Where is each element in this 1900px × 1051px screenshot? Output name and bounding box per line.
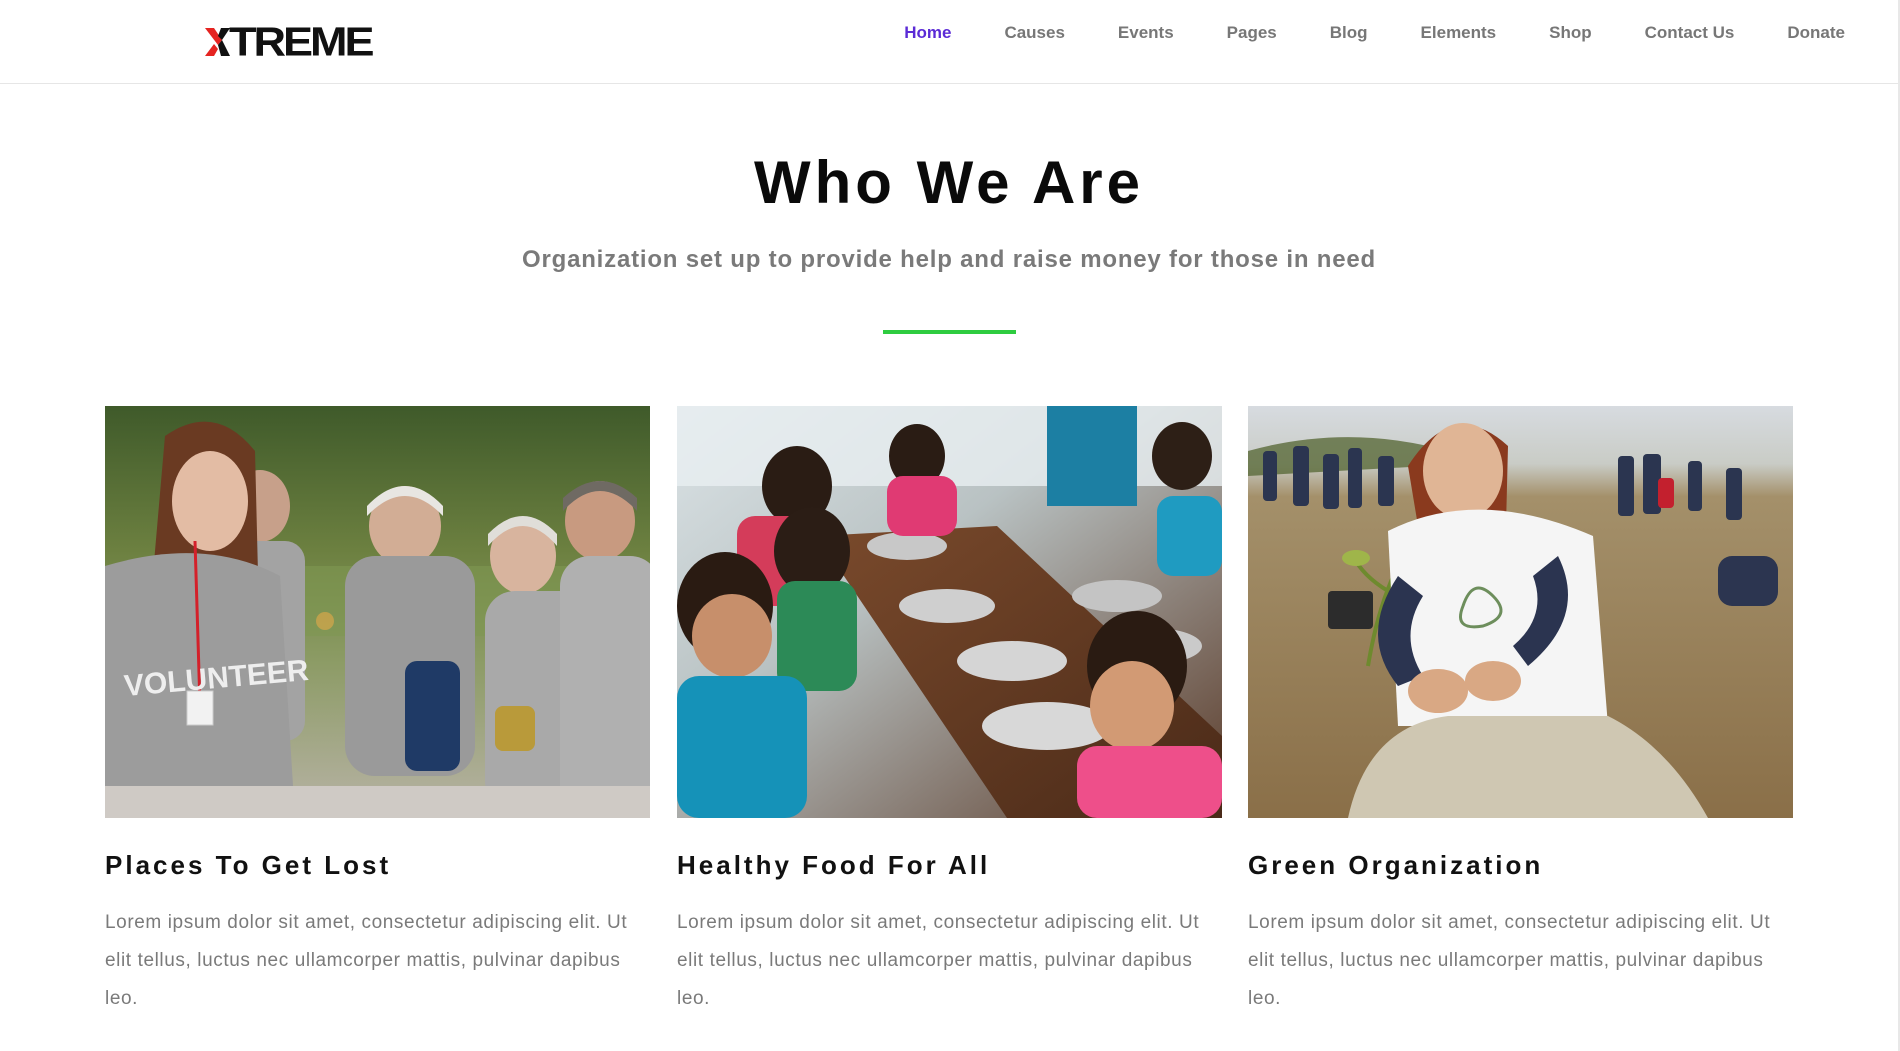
logo-wordmark: TREME <box>229 18 374 65</box>
card-text: Lorem ipsum dolor sit amet, consectetur … <box>105 912 628 1009</box>
volunteers-image: VOLUNTEER <box>105 406 650 818</box>
card-title: Green Organization <box>1248 850 1544 880</box>
nav-causes[interactable]: Causes <box>1004 23 1064 43</box>
site-logo[interactable]: TREME <box>205 18 374 65</box>
tree-planting-image <box>1248 406 1793 818</box>
feature-card: Green Organization Lorem ipsum dolor sit… <box>1248 406 1793 1018</box>
nav-pages[interactable]: Pages <box>1227 23 1277 43</box>
card-title: Places To Get Lost <box>105 850 392 880</box>
nav-donate[interactable]: Donate <box>1787 23 1845 43</box>
nav-home[interactable]: Home <box>904 23 951 43</box>
nav-blog[interactable]: Blog <box>1330 23 1368 43</box>
nav-contact-us[interactable]: Contact Us <box>1645 23 1735 43</box>
nav-elements[interactable]: Elements <box>1421 23 1497 43</box>
x-logo-icon <box>205 28 230 56</box>
card-text: Lorem ipsum dolor sit amet, consectetur … <box>677 912 1200 1009</box>
card-text: Lorem ipsum dolor sit amet, consectetur … <box>1248 912 1771 1009</box>
green-divider <box>883 330 1016 334</box>
section-subtitle: Organization set up to provide help and … <box>522 246 1376 273</box>
feature-card: VOLUNTEER Places To Get Lost Lorem ipsum… <box>105 406 650 1018</box>
nav-shop[interactable]: Shop <box>1549 23 1592 43</box>
main-nav: Home Causes Events Pages Blog Elements S… <box>904 0 1845 65</box>
children-eating-image <box>677 406 1222 818</box>
card-title: Healthy Food For All <box>677 850 991 880</box>
nav-events[interactable]: Events <box>1118 23 1174 43</box>
site-header: TREME Home Causes Events Pages Blog Elem… <box>0 0 1900 84</box>
section-title: Who We Are <box>753 149 1144 216</box>
feature-card: Healthy Food For All Lorem ipsum dolor s… <box>677 406 1222 1018</box>
